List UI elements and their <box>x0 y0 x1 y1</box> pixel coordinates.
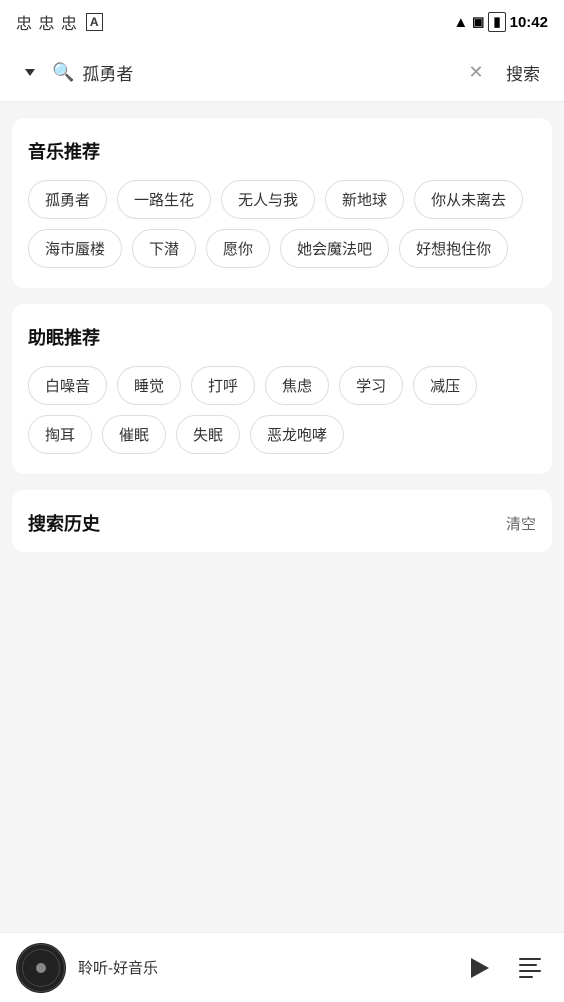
sleep-recommendation-section: 助眠推荐 白噪音 睡觉 打呼 焦虑 学习 减压 掏耳 催眠 失眠 恶龙咆哮 <box>12 304 552 474</box>
battery-icon: ▮ <box>488 12 505 32</box>
sleep-tag-5[interactable]: 学习 <box>339 366 403 405</box>
music-tag-10[interactable]: 好想抱住你 <box>399 229 508 268</box>
history-header: 搜索历史 清空 <box>28 510 536 536</box>
history-section-title: 搜索历史 <box>28 510 100 536</box>
sleep-section-title: 助眠推荐 <box>28 324 536 350</box>
search-history-section: 搜索历史 清空 <box>12 490 552 552</box>
sleep-tag-9[interactable]: 失眠 <box>176 415 240 454</box>
music-tag-3[interactable]: 无人与我 <box>221 180 315 219</box>
sleep-tag-3[interactable]: 打呼 <box>191 366 255 405</box>
sleep-tag-10[interactable]: 恶龙咆哮 <box>250 415 344 454</box>
music-tag-6[interactable]: 海市蜃楼 <box>28 229 122 268</box>
sleep-tag-1[interactable]: 白噪音 <box>28 366 107 405</box>
clear-history-button[interactable]: 清空 <box>506 513 536 534</box>
play-button[interactable] <box>460 950 496 986</box>
music-recommendation-section: 音乐推荐 孤勇者 一路生花 无人与我 新地球 你从未离去 海市蜃楼 下潜 愿你 … <box>12 118 552 288</box>
playlist-line-1 <box>519 958 541 960</box>
sleep-tags-container: 白噪音 睡觉 打呼 焦虑 学习 减压 掏耳 催眠 失眠 恶龙咆哮 <box>28 366 536 454</box>
playlist-line-2 <box>519 964 537 966</box>
music-tag-2[interactable]: 一路生花 <box>117 180 211 219</box>
wifi-icon: ▲ <box>453 14 468 31</box>
playlist-icon <box>519 958 541 978</box>
main-content: 音乐推荐 孤勇者 一路生花 无人与我 新地球 你从未离去 海市蜃楼 下潜 愿你 … <box>0 102 564 932</box>
status-bar: 忠 忠 忠 A ▲ ▣ ▮ 10:42 <box>0 0 564 44</box>
player-track-title: 聆听-好音乐 <box>78 957 448 978</box>
status-left: 忠 忠 忠 A <box>16 10 103 34</box>
music-section-title: 音乐推荐 <box>28 138 536 164</box>
music-tag-4[interactable]: 新地球 <box>325 180 404 219</box>
dropdown-button[interactable] <box>16 59 44 87</box>
music-tag-5[interactable]: 你从未离去 <box>414 180 523 219</box>
vinyl-center-dot <box>36 963 46 973</box>
search-bar: 🔍 ✕ 搜索 <box>0 44 564 102</box>
music-tags-container: 孤勇者 一路生花 无人与我 新地球 你从未离去 海市蜃楼 下潜 愿你 她会魔法吧… <box>28 180 536 268</box>
sleep-tag-2[interactable]: 睡觉 <box>117 366 181 405</box>
dropdown-arrow-icon <box>25 69 35 76</box>
player-controls <box>460 950 548 986</box>
a-icon: A <box>86 13 103 31</box>
music-tag-9[interactable]: 她会魔法吧 <box>280 229 389 268</box>
music-tag-1[interactable]: 孤勇者 <box>28 180 107 219</box>
playlist-line-3 <box>519 970 541 972</box>
search-input[interactable] <box>82 63 454 83</box>
search-icon: 🔍 <box>52 62 74 83</box>
playlist-button[interactable] <box>512 950 548 986</box>
bottom-player: 聆听-好音乐 <box>0 932 564 1002</box>
notification-icons: 忠 忠 忠 <box>16 10 78 34</box>
search-submit-button[interactable]: 搜索 <box>498 56 548 89</box>
music-tag-7[interactable]: 下潜 <box>132 229 196 268</box>
music-tag-8[interactable]: 愿你 <box>206 229 270 268</box>
sleep-tag-4[interactable]: 焦虑 <box>265 366 329 405</box>
album-art[interactable] <box>16 943 66 993</box>
signal-icon: ▣ <box>472 14 484 30</box>
playlist-line-4 <box>519 976 533 978</box>
play-icon <box>471 958 489 978</box>
sleep-tag-7[interactable]: 掏耳 <box>28 415 92 454</box>
time-display: 10:42 <box>510 14 548 31</box>
clear-input-button[interactable]: ✕ <box>462 59 490 87</box>
status-right: ▲ ▣ ▮ 10:42 <box>453 12 548 32</box>
sleep-tag-6[interactable]: 减压 <box>413 366 477 405</box>
sleep-tag-8[interactable]: 催眠 <box>102 415 166 454</box>
